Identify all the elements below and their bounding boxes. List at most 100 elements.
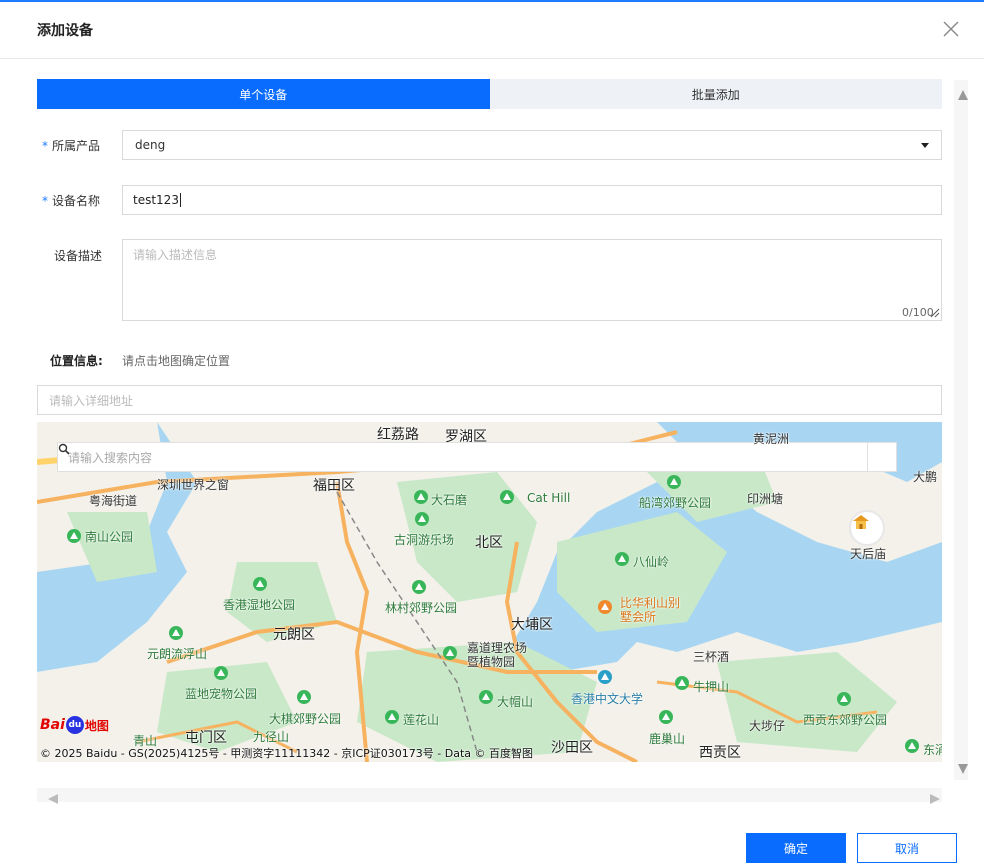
device-name-label: * 设备名称: [42, 192, 100, 209]
map-label: 西贡区: [699, 745, 741, 761]
map-label: 船湾郊野公园: [639, 496, 712, 510]
caret-down-icon: [921, 143, 929, 148]
map-label: 天后庙: [850, 547, 887, 561]
top-accent-line: [0, 0, 984, 2]
park-icon: [253, 577, 267, 591]
park-icon: [214, 666, 228, 680]
device-name-label-text: 设备名称: [52, 194, 101, 208]
tab-bar: 单个设备 批量添加: [37, 79, 942, 109]
park-icon: [443, 646, 457, 660]
map-label: 大鹏: [913, 470, 938, 484]
required-mark: *: [42, 194, 48, 208]
char-counter: 0/100: [902, 306, 934, 319]
park-icon: [297, 690, 311, 704]
tab-batch-add[interactable]: 批量添加: [489, 79, 942, 109]
resize-grip-icon[interactable]: [930, 306, 940, 318]
map-search-input[interactable]: 请输入搜索内容: [58, 443, 867, 471]
map-label: 红荔路: [377, 427, 419, 443]
map-label: 香港中文大学: [571, 692, 644, 706]
vertical-scrollbar[interactable]: [954, 80, 968, 780]
map-label: 罗湖区: [445, 429, 487, 445]
product-label-text: 所属产品: [52, 139, 101, 153]
park-icon: [415, 512, 429, 526]
map-label: 北区: [475, 535, 503, 551]
map-search-placeholder: 请输入搜索内容: [68, 450, 153, 465]
map-label: 大埔区: [511, 617, 553, 633]
product-select[interactable]: deng: [122, 130, 942, 160]
map-label: Cat Hill: [527, 491, 571, 505]
search-icon[interactable]: [58, 443, 896, 471]
location-label: 位置信息:: [50, 354, 103, 368]
map-label: 嘉道理农场暨植物园: [467, 641, 528, 669]
map-label: 粤海街道: [89, 494, 138, 508]
header-divider: [0, 58, 984, 59]
restaurant-icon: [598, 600, 612, 614]
map-label: 鹿巢山: [649, 732, 686, 746]
map-label: 元朗区: [273, 627, 315, 643]
address-input[interactable]: 请输入详细地址: [37, 385, 942, 415]
map-label: 南山公园: [85, 530, 134, 544]
map-label: 西贡东郊野公园: [803, 713, 888, 727]
scroll-up-icon[interactable]: [958, 90, 968, 100]
map-label: 大石磨: [431, 493, 468, 507]
horizontal-scrollbar[interactable]: [37, 788, 942, 802]
scroll-down-icon[interactable]: [958, 764, 968, 774]
map-label: 古洞游乐场: [394, 533, 455, 547]
map-copyright: © 2025 Baidu - GS(2025)4125号 - 甲测资字11111…: [40, 747, 534, 760]
required-mark: *: [42, 139, 48, 153]
map-label: 香港湿地公园: [223, 598, 296, 612]
map-label: 蓝地宠物公园: [185, 687, 258, 701]
device-name-input[interactable]: test123: [122, 185, 942, 215]
address-placeholder: 请输入详细地址: [49, 393, 134, 408]
product-label: * 所属产品: [42, 137, 100, 154]
cancel-button[interactable]: 取消: [857, 833, 957, 863]
map-label: 黄泥洲: [753, 432, 790, 446]
map-label: 大埗仔: [749, 719, 786, 733]
park-icon: [500, 490, 514, 504]
park-icon: [169, 626, 183, 640]
map-label: 大棋郊野公园: [269, 712, 342, 726]
map-label: 屯门区: [185, 730, 227, 746]
product-select-value: deng: [135, 138, 166, 152]
description-textarea[interactable]: 请输入描述信息: [122, 239, 942, 321]
park-icon: [414, 490, 428, 504]
dialog-title: 添加设备: [37, 23, 93, 39]
map-label: 八仙岭: [633, 555, 670, 569]
park-icon: [615, 552, 629, 566]
map-label: 九径山: [253, 730, 290, 744]
map-view[interactable]: 请输入搜索内容 红荔路 罗湖区 福田区 深圳世界之窗 粤海街道 南山公园 大石磨…: [37, 422, 942, 762]
tab-single-device[interactable]: 单个设备: [37, 79, 490, 109]
logo-text: Bai: [40, 717, 65, 733]
scroll-left-icon[interactable]: [48, 794, 58, 804]
map-label: 印洲塘: [747, 492, 784, 506]
map-label: 牛押山: [693, 680, 730, 694]
map-label: 大帽山: [497, 695, 534, 709]
park-icon: [412, 580, 426, 594]
logo-text: 地图: [84, 718, 109, 733]
park-icon: [67, 529, 81, 543]
text-cursor: [179, 193, 181, 207]
park-icon: [479, 690, 493, 704]
close-icon[interactable]: [940, 18, 962, 40]
logo-paw: du: [65, 716, 84, 734]
map-label: 比华利山别墅会所: [620, 596, 681, 624]
scroll-right-icon[interactable]: [930, 794, 940, 804]
map-label: 元朗流浮山: [147, 647, 208, 661]
map-label: 福田区: [313, 478, 355, 494]
map-label: 林村郊野公园: [385, 601, 458, 615]
map-label: 东涌: [923, 743, 942, 757]
baidu-map-logo: Bai du 地图: [40, 716, 109, 734]
park-icon: [659, 710, 673, 724]
map-label: 莲花山: [403, 713, 440, 727]
park-icon: [675, 676, 689, 690]
map-label: 沙田区: [551, 740, 593, 756]
confirm-button[interactable]: 确定: [746, 833, 846, 863]
park-icon: [667, 475, 681, 489]
location-hint: 请点击地图确定位置: [122, 354, 231, 368]
park-icon: [905, 739, 919, 753]
description-label: 设备描述: [54, 249, 103, 263]
university-icon: [598, 670, 612, 684]
park-icon: [837, 692, 851, 706]
map-label: 深圳世界之窗: [157, 478, 230, 492]
description-placeholder: 请输入描述信息: [133, 248, 218, 262]
